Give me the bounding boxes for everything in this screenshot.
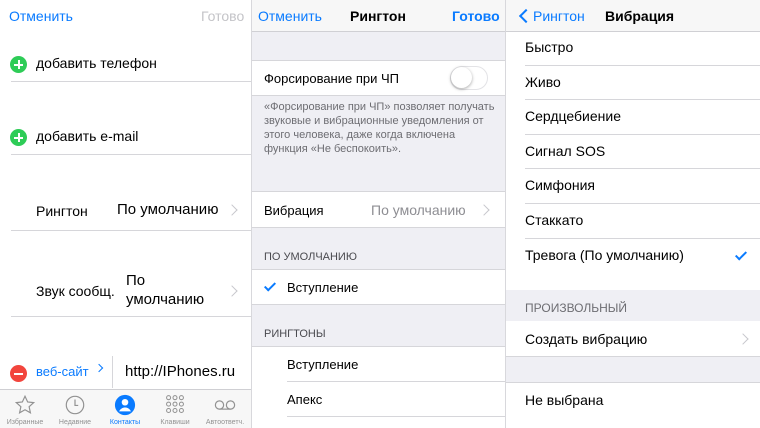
- page-title: Вибрация: [605, 8, 675, 24]
- clock-icon: [65, 395, 85, 415]
- list-item[interactable]: Стаккато: [506, 204, 760, 239]
- vibration-screen: Рингтон Вибрация Быстро Живо Сердцебиение С…: [505, 0, 760, 428]
- tab-bar: Избранные Недавние Контакты Клавиши Авто…: [0, 389, 251, 428]
- add-circle-icon: [10, 129, 27, 146]
- list-item[interactable]: Быстро: [506, 31, 760, 66]
- divider: [112, 356, 113, 388]
- default-ringtone-label: Вступление: [287, 280, 359, 295]
- keypad-icon: [166, 395, 184, 414]
- website-type-label[interactable]: веб-сайт: [36, 364, 89, 379]
- page-title: Рингтон: [350, 8, 406, 24]
- message-sound-label: Звук сообщ.: [36, 283, 115, 299]
- none-label: Не выбрана: [525, 392, 604, 408]
- ringtone-screen: Отменить Рингтон Готово Форсирование при…: [251, 0, 505, 428]
- emergency-description: «Форсирование при ЧП» позволяет получать…: [264, 101, 495, 155]
- ringtone-value: По умолчанию: [117, 201, 219, 218]
- chevron-right-icon: [226, 285, 238, 297]
- list-item[interactable]: Сердцебиение: [506, 100, 760, 135]
- vibration-row[interactable]: Вибрация По умолчанию: [252, 191, 505, 228]
- vibration-label: Вибрация: [264, 203, 324, 218]
- default-ringtone-row[interactable]: Вступление: [252, 269, 505, 305]
- website-row: веб-сайт http://IPhones.ru: [0, 356, 251, 388]
- section-gap: ПРОИЗВОЛЬНЫЙ: [506, 290, 760, 321]
- create-vibration-row[interactable]: Создать вибрацию: [506, 322, 760, 356]
- vibration-pattern-label: Живо: [525, 73, 561, 90]
- none-row[interactable]: Не выбрана: [506, 384, 760, 418]
- add-email-label: добавить e-mail: [36, 128, 139, 144]
- section-gap: [506, 356, 760, 383]
- vibration-value: По умолчанию: [371, 202, 466, 218]
- tab-keypad[interactable]: Клавиши: [150, 390, 200, 428]
- tab-label: Контакты: [109, 419, 141, 426]
- divider: [11, 230, 251, 231]
- ringtone-row[interactable]: Рингтон По умолчанию: [0, 190, 251, 230]
- add-circle-icon: [10, 56, 27, 73]
- done-button[interactable]: Готово: [201, 8, 244, 24]
- add-phone-row[interactable]: добавить телефон: [0, 46, 251, 82]
- divider: [11, 154, 251, 155]
- back-label: Рингтон: [533, 8, 585, 24]
- tab-favorites[interactable]: Избранные: [0, 390, 50, 428]
- voicemail-icon: [214, 400, 236, 410]
- list-item[interactable]: Апекс: [252, 382, 505, 416]
- nav-bar: Отменить Рингтон Готово: [252, 0, 505, 32]
- remove-circle-icon[interactable]: [10, 365, 27, 382]
- nav-bar: Рингтон Вибрация: [506, 0, 760, 32]
- message-sound-value-line2: умолчанию: [126, 291, 205, 308]
- person-icon: [114, 394, 136, 416]
- chevron-right-icon: [478, 204, 490, 216]
- divider: [287, 416, 505, 417]
- vibration-pattern-label: Сигнал SOS: [525, 142, 606, 159]
- section-header-default: ПО УМОЛЧАНИЮ: [264, 251, 357, 263]
- chevron-right-icon: [94, 363, 104, 373]
- divider: [11, 316, 251, 317]
- vibration-pattern-label: Тревога (По умолчанию): [525, 246, 684, 263]
- list-item[interactable]: Живо: [506, 66, 760, 101]
- tab-label: Недавние: [58, 419, 92, 426]
- list-item[interactable]: Симфония: [506, 169, 760, 204]
- vibration-pattern-label: Быстро: [525, 39, 574, 55]
- done-button[interactable]: Готово: [452, 8, 500, 24]
- ringtone-label: Рингтон: [36, 203, 88, 219]
- create-vibration-label: Создать вибрацию: [525, 331, 648, 347]
- vibration-pattern-label: Симфония: [525, 177, 595, 194]
- cancel-button[interactable]: Отменить: [9, 8, 73, 24]
- emergency-bypass-row: Форсирование при ЧП: [252, 60, 505, 96]
- star-icon: [14, 394, 36, 414]
- back-button[interactable]: Рингтон: [506, 0, 592, 32]
- list-item[interactable]: Тревога (По умолчанию): [506, 239, 760, 274]
- tab-label: Избранные: [6, 419, 44, 426]
- tab-label: Клавиши: [160, 419, 190, 426]
- tab-voicemail[interactable]: Автоответч.: [200, 390, 250, 428]
- add-email-row[interactable]: добавить e-mail: [0, 119, 251, 155]
- list-item[interactable]: Сигнал SOS: [506, 135, 760, 170]
- section-header-custom: ПРОИЗВОЛЬНЫЙ: [525, 301, 628, 315]
- emergency-bypass-label: Форсирование при ЧП: [264, 71, 399, 86]
- emergency-bypass-toggle[interactable]: [450, 66, 488, 90]
- chevron-left-icon: [518, 8, 534, 24]
- vibration-pattern-label: Сердцебиение: [525, 108, 621, 125]
- message-sound-value-line1: По: [126, 272, 146, 289]
- list-item[interactable]: Вступление: [252, 347, 505, 381]
- message-sound-row[interactable]: Звук сообщ. По умолчанию: [0, 268, 251, 316]
- divider: [11, 81, 251, 82]
- chevron-right-icon: [737, 333, 749, 345]
- checkmark-icon: [734, 248, 748, 261]
- ringtone-name: Апекс: [287, 392, 323, 407]
- checkmark-icon: [263, 279, 277, 292]
- website-field[interactable]: http://IPhones.ru: [125, 363, 235, 380]
- tab-label: Автоответч.: [205, 419, 245, 426]
- tab-contacts[interactable]: Контакты: [100, 390, 150, 428]
- section-header-ringtones: РИНГТОНЫ: [264, 328, 326, 340]
- chevron-right-icon: [226, 204, 238, 216]
- toggle-knob: [451, 67, 472, 88]
- ringtones-list: Вступление Апекс: [252, 346, 505, 428]
- vibration-pattern-label: Стаккато: [525, 212, 584, 228]
- contact-edit-screen: Отменить Готово добавить телефон добавит…: [0, 0, 251, 428]
- add-phone-label: добавить телефон: [36, 55, 157, 71]
- ringtone-name: Вступление: [287, 357, 359, 372]
- cancel-button[interactable]: Отменить: [258, 8, 322, 24]
- tab-recents[interactable]: Недавние: [50, 390, 100, 428]
